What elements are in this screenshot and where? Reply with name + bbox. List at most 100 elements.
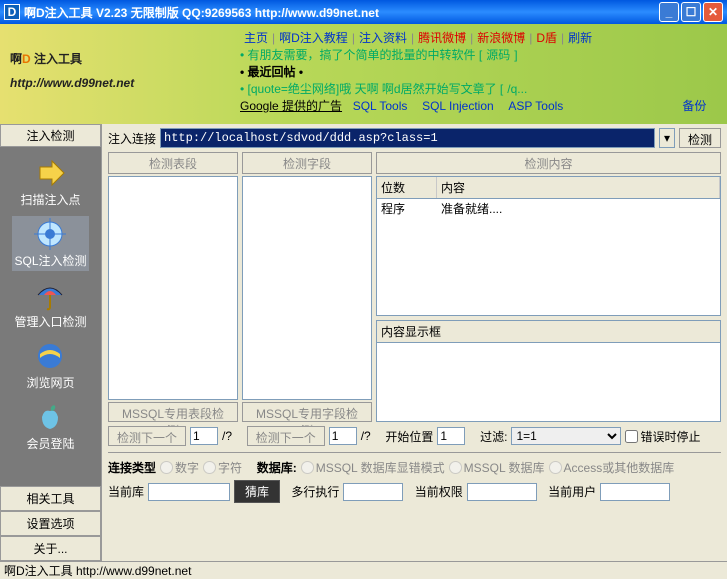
radio-access-db-input[interactable]	[549, 461, 562, 474]
target-icon	[34, 218, 66, 250]
filter-select[interactable]: 1=1	[511, 427, 621, 445]
panel-fields: 检测字段 MSSQL专用字段检测	[242, 152, 372, 422]
ad-sql-injection[interactable]: SQL Injection	[422, 98, 494, 115]
sidebar-label: 管理入口检测	[14, 313, 86, 330]
sidebar-item-admin[interactable]: 管理入口检测	[12, 277, 88, 332]
fields-listbox[interactable]	[242, 176, 372, 400]
radio-mssql-db-input[interactable]	[449, 461, 462, 474]
th-bits[interactable]: 位数	[377, 177, 437, 198]
radio-access-db-label: Access或其他数据库	[564, 459, 675, 476]
panels: 检测表段 MSSQL专用表段检测 检测字段 MSSQL专用字段检测 检测内容 位…	[108, 152, 721, 422]
close-button[interactable]: ✕	[703, 2, 723, 22]
sidebar-btn-tools[interactable]: 相关工具	[0, 486, 101, 511]
umbrella-icon	[34, 279, 66, 311]
content-table-head: 位数 内容	[376, 176, 721, 198]
panel-tables: 检测表段 MSSQL专用表段检测	[108, 152, 238, 422]
logo-pre: 啊	[10, 52, 22, 66]
next1-value[interactable]	[190, 427, 218, 445]
tables-listbox[interactable]	[108, 176, 238, 400]
stop-on-error-checkbox[interactable]: 错误时停止	[625, 428, 700, 445]
detect-next-1-button[interactable]: 检测下一个	[108, 426, 186, 446]
radio-char-label: 字符	[218, 459, 242, 476]
display-box-label: 内容显示框	[376, 320, 721, 342]
cur-user-label: 当前用户	[548, 483, 596, 500]
backup-link[interactable]: 备份	[682, 98, 706, 115]
ctrl-row-1: 检测下一个 /? 检测下一个 /? 开始位置 过滤: 1=1 错误时停止	[108, 426, 721, 446]
ad-sql-tools[interactable]: SQL Tools	[353, 98, 408, 115]
nav-dshield[interactable]: D盾	[536, 30, 557, 47]
display-box-wrap: 内容显示框	[376, 320, 721, 422]
stop-on-error-input[interactable]	[625, 430, 638, 443]
url-input[interactable]	[160, 128, 655, 148]
guess-db-button[interactable]: 猜库	[234, 480, 280, 503]
panel-content: 检测内容 位数 内容 程序 准备就绪.... 内容显示框	[376, 152, 721, 422]
sidebar-label: SQL注入检测	[14, 252, 86, 269]
banner-line2-pre: • 有朋友需要，搞了个简单的批量的中转软件 [	[240, 47, 482, 64]
radio-char-input[interactable]	[203, 461, 216, 474]
nav-material[interactable]: 注入资料	[359, 30, 407, 47]
radio-mssql-err[interactable]: MSSQL 数据库显错模式	[301, 459, 445, 476]
detect-next-2-button[interactable]: 检测下一个	[247, 426, 325, 446]
q2-label: /?	[361, 429, 371, 443]
table-row[interactable]: 程序 准备就绪....	[377, 199, 720, 218]
radio-mssql-err-input[interactable]	[301, 461, 314, 474]
banner-line2-link[interactable]: 源码	[486, 47, 510, 64]
td-bits: 程序	[377, 199, 437, 218]
cur-priv-input[interactable]	[467, 483, 537, 501]
sidebar-item-sql[interactable]: SQL注入检测	[12, 216, 88, 271]
radio-access-db[interactable]: Access或其他数据库	[549, 459, 675, 476]
nav-tencent[interactable]: 腾讯微博	[418, 30, 466, 47]
banner-line4-link[interactable]: /q...	[507, 81, 527, 98]
sidebar-btn-settings[interactable]: 设置选项	[0, 511, 101, 536]
radio-number-label: 数字	[175, 459, 199, 476]
conn-type-label: 连接类型	[108, 459, 156, 476]
cur-priv-label: 当前权限	[415, 483, 463, 500]
ad-label: Google 提供的广告	[240, 98, 342, 115]
radio-char[interactable]: 字符	[203, 459, 242, 476]
radio-mssql-err-label: MSSQL 数据库显错模式	[316, 459, 445, 476]
nav-sina[interactable]: 新浪微博	[477, 30, 525, 47]
db-label: 数据库:	[257, 459, 297, 476]
radio-mssql-db[interactable]: MSSQL 数据库	[449, 459, 545, 476]
detect-button[interactable]: 检测	[679, 128, 721, 148]
sidebar-btn-about[interactable]: 关于...	[0, 536, 101, 561]
mssql-fields-button[interactable]: MSSQL专用字段检测	[242, 402, 372, 422]
sidebar-item-browse[interactable]: 浏览网页	[24, 338, 76, 393]
maximize-button[interactable]: ☐	[681, 2, 701, 22]
detect-content-button[interactable]: 检测内容	[376, 152, 721, 174]
ie-icon	[34, 340, 66, 372]
ctrl-row-2: 连接类型 数字 字符 数据库: MSSQL 数据库显错模式 MSSQL 数据库 …	[108, 459, 721, 476]
detect-tables-button[interactable]: 检测表段	[108, 152, 238, 174]
detect-fields-button[interactable]: 检测字段	[242, 152, 372, 174]
sidebar-label: 扫描注入点	[20, 191, 80, 208]
start-pos-input[interactable]	[437, 427, 465, 445]
sidebar-item-scan[interactable]: 扫描注入点	[18, 155, 82, 210]
th-content[interactable]: 内容	[437, 177, 720, 198]
nav-home[interactable]: 主页	[244, 30, 268, 47]
cur-db-label: 当前库	[108, 483, 144, 500]
banner-left: 啊D 注入工具 http://www.d99net.net	[10, 30, 240, 118]
multi-exec-input[interactable]	[343, 483, 403, 501]
sidebar-label: 会员登陆	[26, 435, 74, 452]
td-content: 准备就绪....	[437, 199, 506, 218]
content-table-body[interactable]: 程序 准备就绪....	[376, 198, 721, 316]
cur-user-input[interactable]	[600, 483, 670, 501]
radio-number[interactable]: 数字	[160, 459, 199, 476]
nav-refresh[interactable]: 刷新	[568, 30, 592, 47]
mssql-tables-button[interactable]: MSSQL专用表段检测	[108, 402, 238, 422]
apple-icon	[34, 401, 66, 433]
cur-db-input[interactable]	[148, 483, 230, 501]
url-dropdown-button[interactable]: ▾	[659, 128, 675, 148]
display-box[interactable]	[376, 342, 721, 422]
sidebar-footer: 相关工具 设置选项 关于...	[0, 486, 101, 561]
sidebar: 注入检测 扫描注入点 SQL注入检测 管理入口检测 浏览网页 会员登陆	[0, 124, 102, 561]
ad-asp-tools[interactable]: ASP Tools	[508, 98, 563, 115]
radio-mssql-db-label: MSSQL 数据库	[464, 459, 545, 476]
arrow-right-icon	[34, 157, 66, 189]
sidebar-item-login[interactable]: 会员登陆	[24, 399, 76, 454]
next2-value[interactable]	[329, 427, 357, 445]
url-row: 注入连接 ▾ 检测	[108, 128, 721, 148]
minimize-button[interactable]: _	[659, 2, 679, 22]
nav-tutorial[interactable]: 啊D注入教程	[279, 30, 348, 47]
radio-number-input[interactable]	[160, 461, 173, 474]
